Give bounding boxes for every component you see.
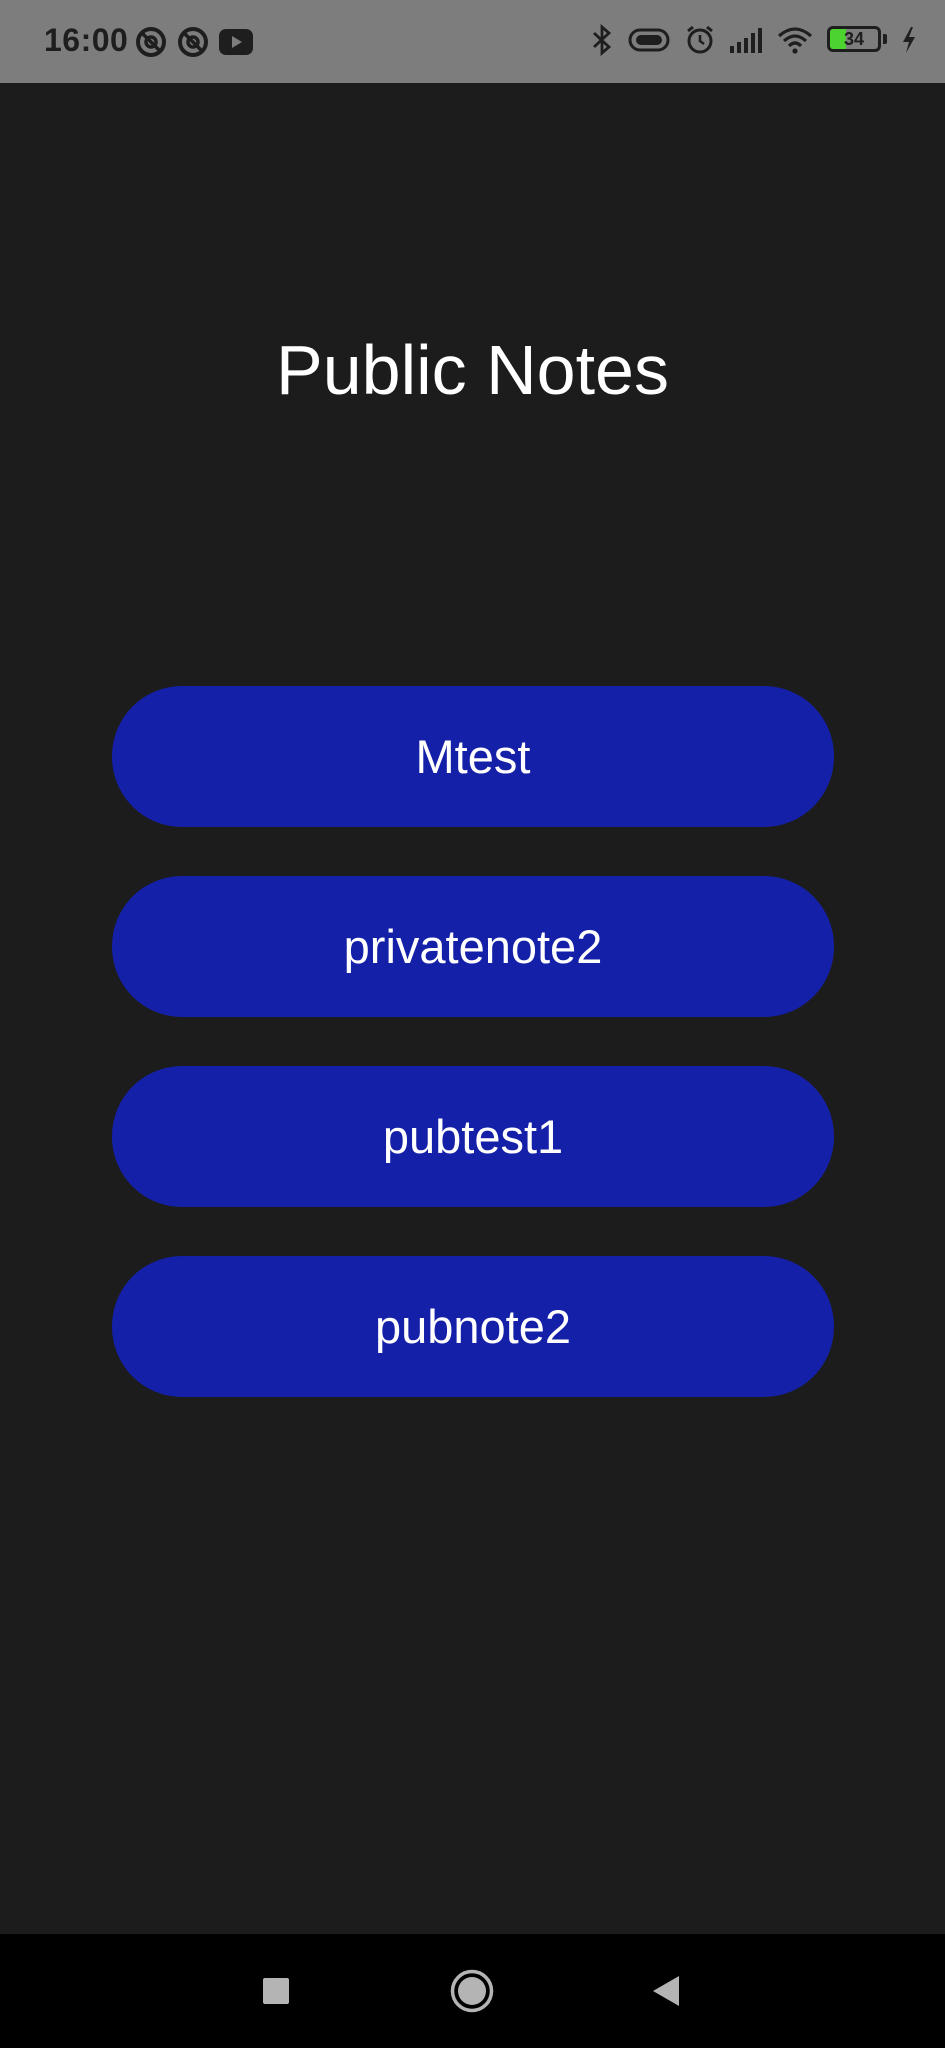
wifi-icon [777,26,813,54]
note-button-pubnote2[interactable]: pubnote2 [112,1256,834,1397]
bluetooth-icon [591,24,613,56]
app-screen: 16:00 34 Public Notes Mtest privatenote2… [0,0,945,2048]
page-title: Public Notes [276,331,669,409]
battery-level-text: 34 [843,29,865,49]
note-button-mtest[interactable]: Mtest [112,686,834,827]
status-bar: 16:00 34 [0,0,945,83]
home-button[interactable] [422,1934,522,2048]
note-button-pubtest1[interactable]: pubtest1 [112,1066,834,1207]
do-not-disturb-icon [177,26,209,58]
vibrate-icon [627,27,671,53]
recents-icon [263,1978,289,2004]
battery-cap [883,34,887,44]
home-icon [450,1969,494,2013]
alarm-icon [685,25,715,55]
battery-icon: 34 [827,26,887,54]
navigation-bar [0,1934,945,2048]
status-notification-icons [135,26,253,58]
do-not-disturb-icon [135,26,167,58]
status-time: 16:00 [44,22,129,58]
youtube-icon [219,29,253,55]
back-button[interactable] [616,1934,716,2048]
back-icon [653,1976,679,2006]
recents-button[interactable] [226,1934,326,2048]
charging-icon [901,26,917,54]
note-button-privatenote2[interactable]: privatenote2 [112,876,834,1017]
notes-list: Mtest privatenote2 pubtest1 pubnote2 [112,686,834,1397]
status-system-icons: 34 [591,24,917,56]
signal-icon [729,26,763,54]
